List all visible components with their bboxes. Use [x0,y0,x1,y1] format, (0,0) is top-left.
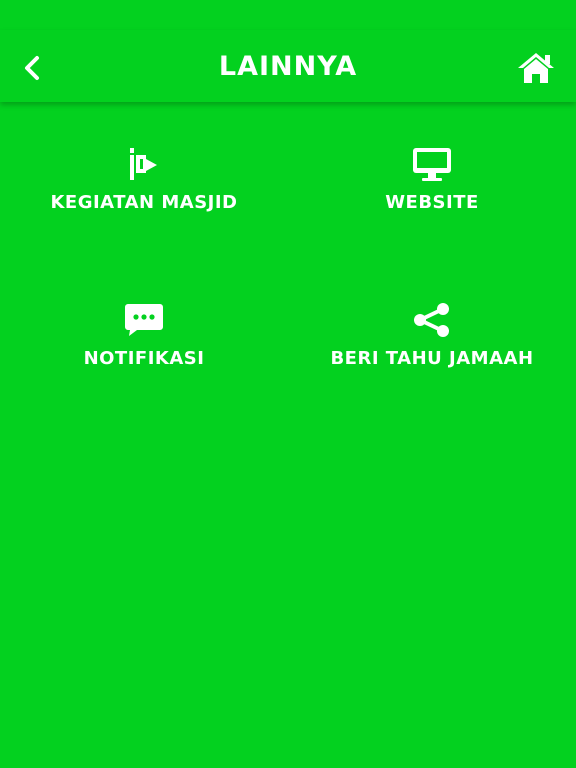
monitor-icon [413,148,451,181]
menu-item-website[interactable]: WEBSITE [288,142,576,213]
menu-item-kegiatan-masjid[interactable]: KEGIATAN MASJID [0,142,288,213]
menu-item-notifikasi[interactable]: NOTIFIKASI [0,298,288,369]
menu-label: WEBSITE [385,192,479,213]
home-icon [518,53,554,83]
top-app-bar: LAINNYA [0,30,576,102]
menu-icon-wrap [127,142,161,182]
flag-icon [130,148,157,180]
menu-icon-wrap [123,298,165,338]
page-title: LAINNYA [218,51,358,82]
share-icon [414,303,449,337]
status-bar [0,0,576,30]
menu-label: NOTIFIKASI [83,348,205,369]
menu-item-beri-tahu-jamaah[interactable]: BERI TAHU JAMAAH [288,298,576,369]
menu-label: KEGIATAN MASJID [50,192,238,213]
menu-icon-wrap [411,142,453,182]
menu-label: BERI TAHU JAMAAH [330,348,534,369]
app-screen: LAINNYA KEGIATAN MASJID WEBSITE NOTIFIKA… [0,0,576,768]
menu-icon-wrap [410,298,454,338]
chat-bubble-icon [125,304,163,336]
home-button[interactable] [514,48,558,88]
